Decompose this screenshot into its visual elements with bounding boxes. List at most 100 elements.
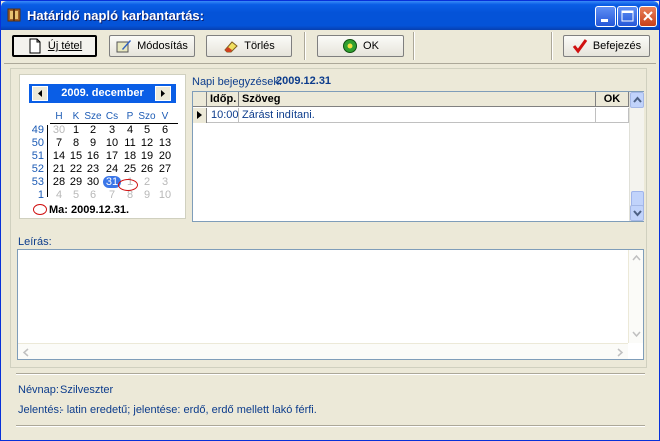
finish-button[interactable]: Befejezés <box>563 35 650 57</box>
table-row[interactable]: 10:00 Zárást indítani. <box>193 108 629 123</box>
calendar-header: 2009. december <box>29 84 176 103</box>
chevron-down-icon <box>633 210 642 217</box>
cell-time[interactable]: 10:00 <box>207 108 239 123</box>
chevron-down-icon <box>632 331 641 338</box>
calendar-week-number: 50 <box>31 137 44 149</box>
calendar-day[interactable]: 2 <box>138 176 156 188</box>
new-item-button[interactable]: Új tétel <box>12 35 97 57</box>
main-window: Határidő napló karbantartás: Új tétel Mó… <box>0 0 660 441</box>
calendar-day[interactable]: 19 <box>138 150 156 162</box>
calendar-day[interactable]: 23 <box>84 163 102 175</box>
finish-label: Befejezés <box>592 40 642 52</box>
entries-date: 2009.12.31 <box>276 75 332 87</box>
calendar-day[interactable]: 16 <box>84 150 102 162</box>
calendar-day[interactable]: 2 <box>84 124 102 136</box>
calendar-day[interactable]: 30 <box>50 124 68 136</box>
calendar-day[interactable]: 5 <box>138 124 156 136</box>
calendar-week-number: 53 <box>31 176 44 188</box>
col-text[interactable]: Szöveg <box>239 92 596 107</box>
ok-icon <box>343 39 358 53</box>
calendar-dow: K <box>72 111 80 122</box>
today-ring-icon <box>33 204 47 215</box>
row-indicator-icon <box>193 108 207 123</box>
calendar-day[interactable]: 24 <box>103 163 121 175</box>
close-button[interactable] <box>639 6 657 27</box>
calendar-day[interactable]: 6 <box>156 124 174 136</box>
calendar-dow: Szo <box>138 111 156 122</box>
description-vscrollbar[interactable] <box>628 250 643 343</box>
delete-label: Törlés <box>244 40 275 52</box>
calendar-week-number: 1 <box>37 189 44 201</box>
calendar-day[interactable]: 5 <box>67 189 85 201</box>
calendar-dow: Sze <box>84 111 102 122</box>
calendar-day[interactable]: 10 <box>156 189 174 201</box>
app-book-icon <box>7 8 21 22</box>
toolbar-separator <box>304 32 306 60</box>
calendar-day[interactable]: 9 <box>138 189 156 201</box>
calendar[interactable]: 2009. december H K Sze Cs P Szo V 49 50 51 52 53 1 … <box>19 74 186 219</box>
delete-button[interactable]: Törlés <box>206 35 292 57</box>
calendar-day[interactable]: 4 <box>50 189 68 201</box>
calendar-divider <box>47 125 48 197</box>
scroll-down-button[interactable] <box>630 205 644 221</box>
calendar-day[interactable]: 13 <box>156 137 174 149</box>
meaning-label: Jelentés: <box>18 404 63 416</box>
calendar-day[interactable]: 29 <box>67 176 85 188</box>
calendar-day[interactable]: 7 <box>103 189 121 201</box>
calendar-day[interactable]: 17 <box>103 150 121 162</box>
calendar-day[interactable]: 6 <box>84 189 102 201</box>
calendar-day[interactable]: 3 <box>103 124 121 136</box>
entries-grid[interactable]: Időp. Szöveg OK 10:00 Zárást indítani. <box>192 91 644 222</box>
calendar-day[interactable]: 12 <box>138 137 156 149</box>
chevron-left-icon <box>22 348 29 357</box>
calendar-day[interactable]: 1 <box>67 124 85 136</box>
col-ok[interactable]: OK <box>596 92 629 107</box>
col-time[interactable]: Időp. <box>207 92 239 107</box>
today-label[interactable]: Ma: 2009.12.31. <box>33 204 130 216</box>
calendar-day[interactable]: 22 <box>67 163 85 175</box>
maximize-button[interactable] <box>617 6 638 27</box>
close-icon <box>643 11 653 21</box>
edit-button[interactable]: Módosítás <box>109 35 195 57</box>
calendar-day[interactable]: 4 <box>121 124 139 136</box>
calendar-day[interactable]: 15 <box>67 150 85 162</box>
calendar-day[interactable]: 26 <box>138 163 156 175</box>
calendar-week-number: 49 <box>31 124 44 136</box>
cell-text[interactable]: Zárást indítani. <box>239 108 596 123</box>
grid-scrollbar[interactable] <box>629 92 644 221</box>
minimize-button[interactable] <box>595 6 616 27</box>
description-field[interactable] <box>17 249 644 360</box>
grid-corner <box>193 92 207 107</box>
description-label: Leírás: <box>18 236 52 248</box>
calendar-day[interactable]: 27 <box>156 163 174 175</box>
eraser-icon <box>224 41 238 53</box>
today-text: Ma: 2009.12.31. <box>49 204 130 216</box>
calendar-day[interactable]: 21 <box>50 163 68 175</box>
calendar-dow: Cs <box>105 111 119 122</box>
calendar-day[interactable]: 28 <box>50 176 68 188</box>
title-bar[interactable]: Határidő napló karbantartás: <box>1 1 659 30</box>
new-document-icon <box>29 38 41 54</box>
checkmark-icon <box>572 39 588 54</box>
cell-ok[interactable] <box>596 108 629 123</box>
divider <box>16 425 645 427</box>
calendar-day[interactable]: 7 <box>50 137 68 149</box>
calendar-day[interactable]: 20 <box>156 150 174 162</box>
calendar-day[interactable]: 14 <box>50 150 68 162</box>
calendar-day[interactable]: 18 <box>121 150 139 162</box>
next-month-button[interactable] <box>155 86 171 101</box>
scroll-up-button[interactable] <box>630 92 644 108</box>
ok-button[interactable]: OK <box>317 35 404 57</box>
calendar-day[interactable]: 9 <box>84 137 102 149</box>
calendar-week-number: 52 <box>31 163 44 175</box>
calendar-day[interactable]: 10 <box>103 137 121 149</box>
nameday-value: Szilveszter <box>60 384 114 396</box>
description-hscrollbar[interactable] <box>18 343 628 359</box>
calendar-day[interactable]: 8 <box>67 137 85 149</box>
calendar-day[interactable]: 25 <box>121 163 139 175</box>
calendar-day[interactable]: 11 <box>121 137 139 149</box>
calendar-day[interactable]: 3 <box>156 176 174 188</box>
nameday-label: Névnap: <box>18 384 59 396</box>
calendar-dow: H <box>55 111 63 122</box>
calendar-day[interactable]: 30 <box>84 176 102 188</box>
